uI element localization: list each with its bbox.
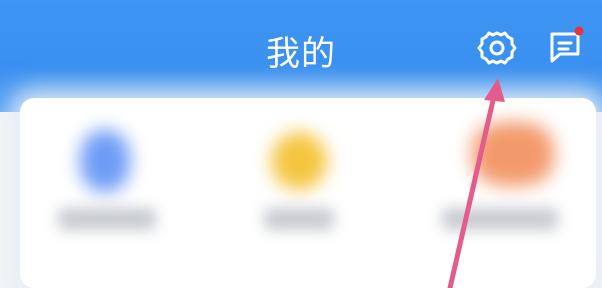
- shortcut-label-placeholder: [58, 208, 156, 230]
- blue-shortcut-icon: [80, 130, 130, 192]
- shortcut-card: [20, 98, 596, 288]
- shortcut-item-3[interactable]: [412, 98, 602, 288]
- shortcut-label-placeholder: [442, 208, 558, 230]
- header-bar: 我的: [0, 0, 602, 112]
- orange-shortcut-icon: [472, 122, 554, 186]
- gear-icon: [477, 31, 517, 65]
- shortcut-label-placeholder: [264, 208, 334, 230]
- messages-button[interactable]: [544, 24, 588, 68]
- yellow-shortcut-icon: [271, 132, 327, 190]
- settings-button[interactable]: [474, 25, 520, 71]
- shortcut-item-2[interactable]: [216, 98, 406, 288]
- shortcut-item-1[interactable]: [20, 98, 210, 288]
- message-icon: [550, 26, 584, 63]
- notification-dot: [574, 26, 584, 36]
